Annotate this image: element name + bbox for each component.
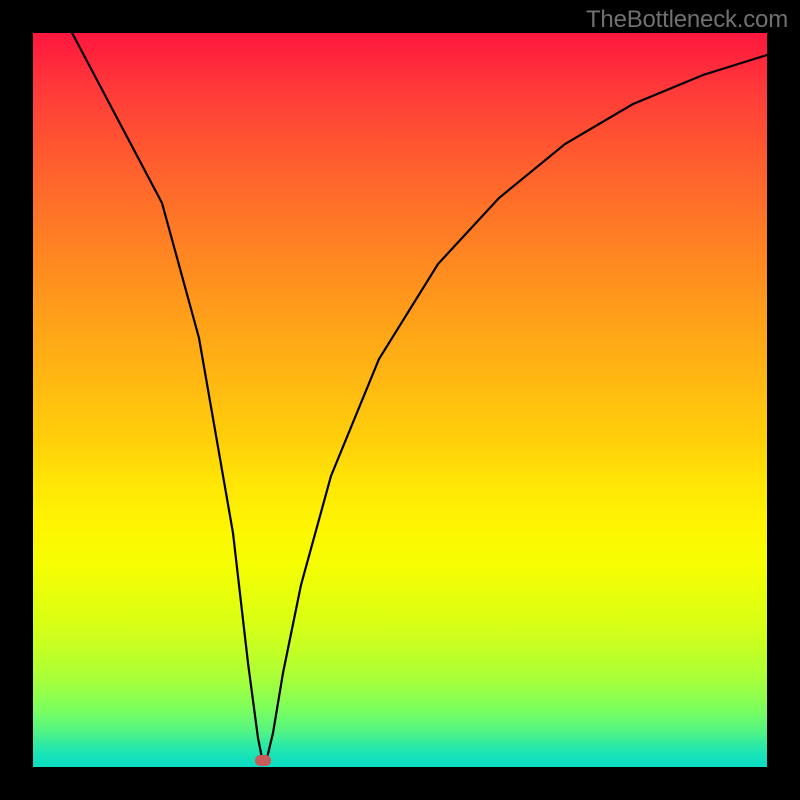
watermark-text: TheBottleneck.com xyxy=(586,6,788,34)
plot-area xyxy=(33,33,767,767)
curve-svg xyxy=(33,33,767,767)
minimum-marker xyxy=(255,755,271,766)
chart-frame: TheBottleneck.com xyxy=(0,0,800,800)
bottleneck-curve xyxy=(51,33,767,762)
